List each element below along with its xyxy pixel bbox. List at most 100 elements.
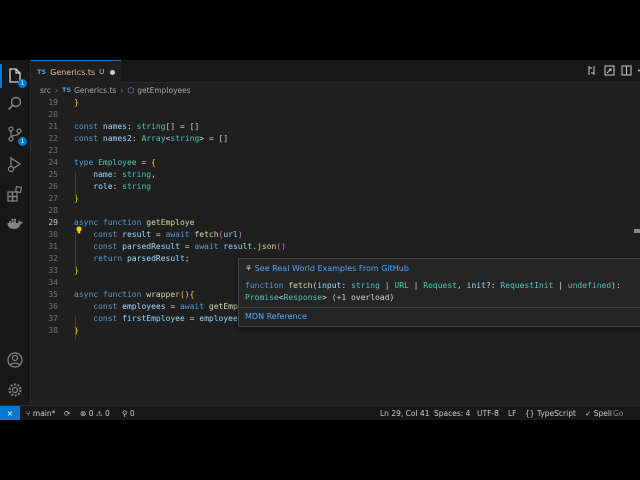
code-line[interactable]: 25 name: string,	[31, 169, 640, 181]
unsaved-dot-icon[interactable]	[110, 69, 116, 75]
chevron-right-icon: ›	[120, 85, 124, 95]
code-line[interactable]: 21 const names: string[] = []	[31, 121, 640, 133]
line-number: 21	[48, 122, 58, 131]
account-icon[interactable]	[5, 350, 25, 370]
extensions-icon[interactable]	[5, 184, 25, 204]
line-number: 20	[48, 110, 58, 119]
end-of-line[interactable]: LF	[508, 406, 517, 420]
line-number: 23	[48, 146, 58, 155]
signature-token: |	[553, 281, 568, 290]
cursor-position[interactable]: Ln 29, Col 41	[380, 406, 429, 420]
branch-item[interactable]: ⑂ main*	[26, 406, 55, 420]
spell-check[interactable]: ✓ Spell	[585, 406, 612, 420]
ports-item[interactable]: ⚲ 0	[122, 406, 135, 420]
compare-changes-icon[interactable]	[587, 65, 598, 76]
breadcrumb-folder[interactable]: src	[40, 86, 51, 95]
docker-icon[interactable]	[5, 214, 25, 234]
git-branch-icon: ⑂	[26, 409, 31, 418]
code-text: const parsedResult = await result.json()	[74, 241, 286, 253]
problems-item[interactable]: ⊗ 0 ⚠ 0	[80, 406, 110, 420]
code-text: const names: string[] = []	[74, 121, 199, 133]
remote-icon[interactable]: ⨯	[0, 406, 20, 420]
open-changes-icon[interactable]	[604, 65, 615, 76]
encoding[interactable]: UTF-8	[477, 406, 499, 420]
code-token: fetch	[194, 230, 219, 239]
github-examples-link[interactable]: ⚘ See Real World Examples From GitHub	[245, 264, 409, 273]
breadcrumb-symbol[interactable]: getEmployees	[137, 86, 190, 95]
run-debug-icon[interactable]	[5, 154, 25, 174]
code-token: ,	[151, 170, 156, 179]
signature-token: undefined	[567, 281, 612, 290]
search-icon[interactable]	[5, 94, 25, 114]
signature-token: URL	[394, 281, 409, 290]
code-text: name: string,	[74, 169, 156, 181]
github-examples-label[interactable]: See Real World Examples From GitHub	[255, 264, 409, 273]
code-token: result	[122, 230, 152, 239]
code-token: string	[170, 134, 200, 143]
code-text: role: string	[74, 181, 151, 193]
line-number: 28	[48, 206, 58, 215]
code-token: const	[93, 242, 123, 251]
code-text: return parsedResult;	[74, 253, 189, 265]
code-token: json	[257, 242, 277, 251]
code-line[interactable]: 24 type Employee = {	[31, 157, 640, 169]
code-text: const result = await fetch(url)	[74, 229, 242, 241]
code-token: names2	[102, 134, 132, 143]
code-line[interactable]: 22 const names2: Array<string> = []	[31, 133, 640, 145]
check-icon: ✓	[585, 409, 592, 418]
code-token: [] = []	[165, 122, 200, 131]
hover-tooltip: ⚘ See Real World Examples From GitHub fu…	[238, 258, 640, 327]
spell-label: Spell	[593, 409, 612, 418]
code-line[interactable]: 20	[31, 109, 640, 121]
code-line[interactable]: 28	[31, 205, 640, 217]
code-line[interactable]: 30 const result = await fetch(url)	[31, 229, 640, 241]
indentation[interactable]: Spaces: 4	[434, 406, 470, 420]
typescript-file-icon: TS	[37, 68, 47, 76]
code-token: =	[165, 302, 180, 311]
files-icon[interactable]: 1	[0, 64, 27, 88]
code-line[interactable]: 23	[31, 145, 640, 157]
scrollbar-marker[interactable]	[634, 229, 640, 233]
code-line[interactable]: 26 role: string	[31, 181, 640, 193]
chevron-right-icon: ›	[54, 85, 58, 95]
warning-count: 0	[104, 409, 110, 418]
code-token: :	[112, 170, 123, 179]
tab-bar: TS Generics.ts U	[31, 60, 640, 83]
tab-generics-ts[interactable]: TS Generics.ts U	[31, 60, 121, 83]
code-line[interactable]: 31 const parsedResult = await result.jso…	[31, 241, 640, 253]
method-symbol-icon: ⬡	[127, 85, 135, 95]
code-line[interactable]: 19}	[31, 97, 640, 109]
code-token: :	[131, 134, 142, 143]
code-token: =	[151, 230, 166, 239]
branch-label: main*	[32, 409, 56, 418]
code-editor[interactable]: 19} 20 21 const names: string[] = [] 22 const…	[31, 97, 640, 405]
code-token: Employee	[98, 158, 137, 167]
function-signature: function fetch(input: string | URL | Req…	[245, 280, 635, 304]
line-number: 24	[48, 158, 58, 167]
source-control-icon[interactable]: 1	[5, 124, 27, 146]
error-icon: ⊗	[80, 409, 87, 418]
code-token: =	[184, 314, 200, 323]
line-number: 38	[48, 326, 58, 335]
code-token: }	[74, 98, 79, 107]
error-count: 0	[88, 409, 94, 418]
code-token: await	[194, 242, 224, 251]
sync-icon[interactable]: ⟳	[64, 406, 70, 420]
code-line[interactable]: 27}	[31, 193, 640, 205]
mdn-reference-link[interactable]: MDN Reference	[245, 312, 307, 321]
settings-gear-icon[interactable]	[5, 380, 25, 400]
indent-guide	[75, 232, 76, 268]
split-editor-icon[interactable]	[621, 65, 632, 76]
breadcrumb-file[interactable]: Generics.ts	[74, 86, 116, 95]
language-mode[interactable]: {} TypeScript	[525, 406, 576, 420]
code-token: return	[93, 254, 127, 263]
code-token: > = []	[199, 134, 229, 143]
explorer-badge: 1	[18, 79, 27, 88]
code-line[interactable]: 29 async function getEmploye	[31, 217, 640, 229]
lightbulb-icon[interactable]	[75, 226, 83, 234]
signature-token: init	[466, 281, 486, 290]
line-number: 31	[48, 242, 58, 251]
